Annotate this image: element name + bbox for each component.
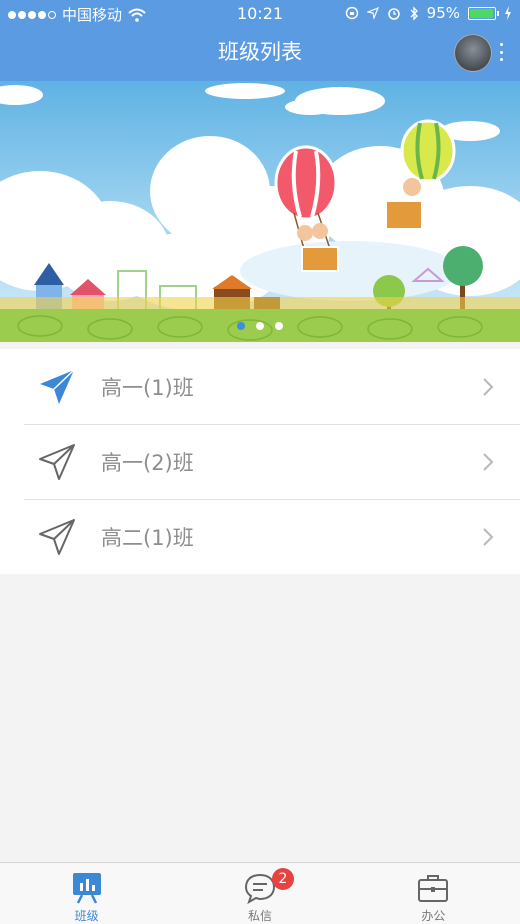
- rotation-lock-icon: [345, 6, 358, 20]
- status-bar: 中国移动 10:21 95%: [0, 0, 520, 28]
- class-list: 高一(1)班 高一(2)班 高二(1)班: [0, 349, 520, 574]
- charging-icon: [505, 6, 511, 20]
- status-right: 95%: [345, 4, 512, 22]
- banner-carousel[interactable]: [0, 81, 520, 342]
- chevron-right-icon: [483, 378, 494, 396]
- tab-label: 班级: [74, 909, 99, 923]
- unread-badge: 2: [272, 868, 294, 890]
- class-row[interactable]: 高二(1)班: [0, 499, 520, 574]
- class-label: 高一(1)班: [101, 375, 194, 400]
- paper-plane-filled-icon: [40, 369, 75, 404]
- paper-plane-outline-icon: [39, 519, 75, 555]
- user-avatar[interactable]: [454, 34, 492, 72]
- pager-dot[interactable]: [275, 322, 283, 330]
- class-board-icon: [72, 873, 101, 904]
- tab-office[interactable]: 办公: [347, 863, 520, 924]
- chevron-right-icon: [483, 528, 494, 546]
- battery-percent: 95%: [426, 4, 460, 22]
- briefcase-icon: [418, 875, 449, 902]
- more-options-icon[interactable]: [500, 43, 504, 61]
- class-label: 高二(1)班: [101, 525, 194, 550]
- class-row[interactable]: 高一(1)班: [0, 349, 520, 424]
- tab-messages[interactable]: 私信: [173, 863, 346, 924]
- bluetooth-icon: [410, 5, 418, 21]
- page-title: 班级列表: [218, 40, 302, 64]
- alarm-icon: [387, 8, 400, 20]
- battery-icon: [468, 6, 499, 20]
- banner-illustration: [0, 83, 520, 342]
- tab-classes[interactable]: 班级: [0, 863, 173, 924]
- paper-plane-outline-icon: [39, 444, 75, 480]
- battery-fill: [470, 8, 493, 18]
- class-label: 高一(2)班: [101, 450, 194, 475]
- tab-label: 办公: [421, 909, 446, 923]
- tab-bar: 班级 私信 办公 2: [0, 862, 520, 924]
- top-bar: 中国移动 10:21 95% 班级列表: [0, 0, 520, 81]
- pager-dot-active[interactable]: [237, 322, 245, 330]
- class-row[interactable]: 高一(2)班: [0, 424, 520, 499]
- location-icon: [366, 7, 379, 19]
- chevron-right-icon: [483, 453, 494, 471]
- carousel-pager: [0, 322, 520, 330]
- tab-label: 私信: [247, 909, 272, 923]
- pager-dot[interactable]: [256, 322, 264, 330]
